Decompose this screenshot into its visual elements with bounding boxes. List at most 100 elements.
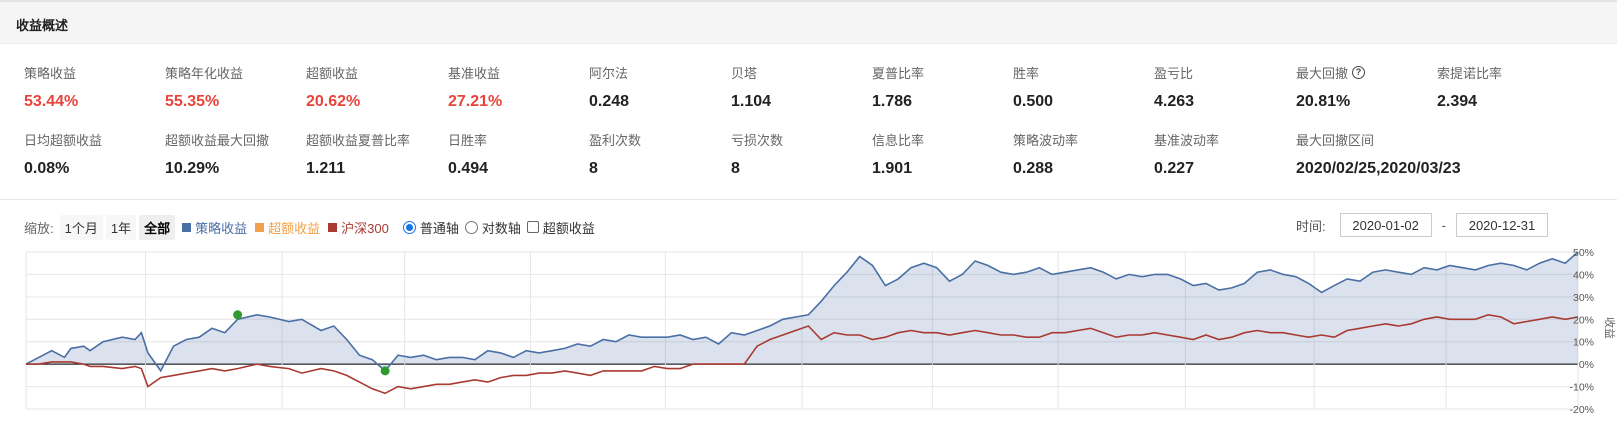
start-date-input[interactable] — [1339, 213, 1432, 237]
y-tick-label: 30% — [1573, 292, 1594, 304]
legend-label: 超额收益 — [268, 220, 321, 236]
metric-label: 超额收益夏普比率 — [306, 133, 411, 148]
metric-beta: 贝塔 1.104 — [731, 63, 771, 111]
metric-value: 8 — [731, 160, 740, 177]
metric-value: 8 — [589, 160, 598, 177]
checkbox-label: 超额收益 — [542, 220, 595, 236]
metric-value: 0.494 — [448, 160, 489, 177]
time-label: 时间: — [1296, 218, 1326, 234]
metric-label: 盈利次数 — [589, 133, 642, 148]
metric-label: 超额收益最大回撤 — [165, 133, 270, 148]
y-tick-label: 40% — [1573, 269, 1594, 281]
metric-excess-return: 超额收益 20.62% — [306, 63, 360, 111]
metric-value: 53.44% — [24, 93, 79, 110]
metric-label: 信息比率 — [872, 133, 925, 148]
metric-label: 日胜率 — [448, 133, 488, 148]
zoom-1-month-button[interactable]: 1个月 — [59, 214, 103, 240]
metric-max-drawdown: 最大回撤 ? 20.81% — [1296, 63, 1366, 111]
metric-label: 贝塔 — [731, 66, 758, 81]
checkbox-icon[interactable] — [526, 221, 539, 233]
metric-sortino: 索提诺比率 2.394 — [1437, 63, 1502, 111]
metric-label: 最大回撤 ? — [1296, 63, 1366, 82]
metric-benchmark-volatility: 基准波动率 0.227 — [1154, 130, 1219, 178]
metric-value: 2.394 — [1437, 93, 1478, 110]
y-tick-label: -10% — [1569, 382, 1594, 394]
metric-information-ratio: 信息比率 1.901 — [872, 130, 924, 178]
y-tick-label: 50% — [1573, 247, 1594, 259]
metric-max-drawdown-period: 最大回撤区间 2020/02/25,2020/03/23 — [1296, 130, 1461, 178]
excess-return-checkbox[interactable]: 超额收益 — [526, 218, 595, 237]
metric-value: 2020/02/25,2020/03/23 — [1296, 160, 1461, 177]
metric-daily-excess: 日均超额收益 0.08% — [24, 130, 102, 178]
zoom-1-year-button[interactable]: 1年 — [105, 214, 137, 240]
radio-checked-icon[interactable] — [402, 220, 416, 234]
metric-value: 10.29% — [165, 160, 220, 177]
y-tick-label: 20% — [1573, 314, 1594, 326]
metric-value: 27.21% — [448, 93, 503, 110]
radio-linear-axis[interactable]: 普通轴 — [402, 218, 459, 237]
legend-label: 策略收益 — [195, 220, 248, 236]
metric-label: 日均超额收益 — [24, 133, 103, 148]
metric-value: 1.786 — [872, 93, 913, 110]
zoom-all-button[interactable]: 全部 — [139, 214, 176, 240]
legend-swatch-icon — [328, 222, 338, 232]
panel-title: 收益概述 — [16, 18, 69, 33]
metric-value: 0.500 — [1013, 93, 1054, 110]
metric-excess-max-drawdown: 超额收益最大回撤 10.29% — [165, 130, 269, 178]
metric-alpha: 阿尔法 0.248 — [589, 63, 629, 111]
radio-label: 普通轴 — [419, 220, 459, 236]
metric-loss-count: 亏损次数 8 — [731, 130, 783, 178]
metric-label: 胜率 — [1013, 66, 1040, 81]
metric-value: 1.104 — [731, 93, 772, 110]
time-range: 时间: - — [1296, 213, 1548, 237]
metric-label: 亏损次数 — [731, 133, 784, 148]
metric-value: 0.288 — [1013, 160, 1054, 177]
metric-value: 0.248 — [589, 93, 630, 110]
metric-profit-count: 盈利次数 8 — [589, 130, 641, 178]
y-tick-label: 10% — [1573, 337, 1594, 349]
legend-swatch-icon — [182, 222, 192, 232]
section-divider — [0, 199, 1617, 200]
metric-label: 夏普比率 — [872, 66, 925, 81]
metric-value: 0.08% — [24, 160, 70, 177]
radio-log-axis[interactable]: 对数轴 — [464, 218, 521, 237]
metric-label: 基准波动率 — [1154, 133, 1220, 148]
metric-label: 超额收益 — [306, 66, 359, 81]
legend-csi300[interactable]: 沪深300 — [328, 218, 389, 237]
metric-profit-loss-ratio: 盈亏比 4.263 — [1154, 63, 1194, 111]
drawdown-marker — [233, 310, 243, 320]
metric-strategy-volatility: 策略波动率 0.288 — [1013, 130, 1078, 178]
metric-value: 0.227 — [1154, 160, 1195, 177]
metric-label: 索提诺比率 — [1437, 66, 1503, 81]
metric-value: 20.81% — [1296, 93, 1351, 110]
help-icon[interactable]: ? — [1352, 66, 1366, 79]
metric-label: 策略收益 — [24, 66, 77, 81]
overview-header: 收益概述 — [0, 0, 1617, 44]
metric-daily-win-rate: 日胜率 0.494 — [448, 130, 488, 178]
legend-label: 沪深300 — [341, 220, 389, 236]
legend-strategy-return[interactable]: 策略收益 — [182, 218, 247, 237]
y-axis-label: 收益 — [1603, 317, 1617, 339]
metric-value: 1.901 — [872, 160, 913, 177]
metric-label-text: 最大回撤 — [1296, 66, 1349, 81]
metric-benchmark-return: 基准收益 27.21% — [448, 63, 502, 111]
y-tick-label: -20% — [1569, 404, 1594, 416]
radio-unchecked-icon[interactable] — [464, 220, 478, 234]
radio-label: 对数轴 — [481, 220, 521, 236]
zoom-label: 缩放: — [24, 220, 54, 236]
metric-label: 阿尔法 — [589, 66, 629, 81]
metric-label: 策略年化收益 — [165, 66, 244, 81]
date-separator: - — [1441, 217, 1446, 233]
y-tick-label: 0% — [1579, 359, 1594, 371]
metric-sharpe: 夏普比率 1.786 — [872, 63, 924, 111]
end-date-input[interactable] — [1455, 213, 1548, 237]
legend-swatch-icon — [255, 222, 265, 232]
metric-label: 盈亏比 — [1154, 66, 1194, 81]
metric-win-rate: 胜率 0.500 — [1013, 63, 1053, 111]
metric-value: 20.62% — [306, 93, 361, 110]
legend-excess-return[interactable]: 超额收益 — [255, 218, 320, 237]
returns-chart[interactable]: 50% 40% 30% 20% 10% 0% -10% -20% 收益 — [0, 244, 1617, 419]
metric-label: 最大回撤区间 — [1296, 133, 1375, 148]
metric-label: 策略波动率 — [1013, 133, 1079, 148]
metric-value: 4.263 — [1154, 93, 1195, 110]
